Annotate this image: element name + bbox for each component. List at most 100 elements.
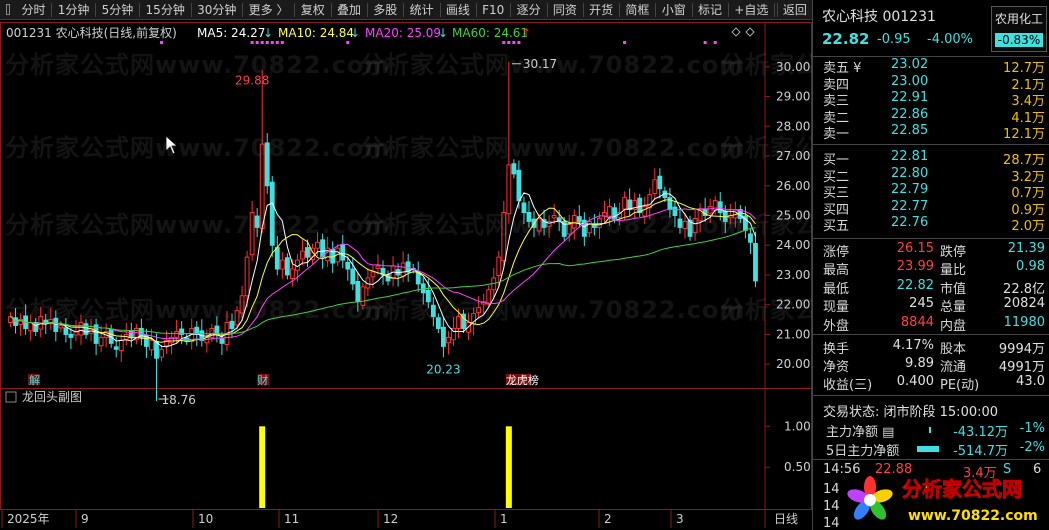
stat-value: 43.0 bbox=[1016, 374, 1045, 390]
candle-body bbox=[511, 163, 517, 175]
bid-book: 买一 22.81 28.7万 买二 22.80 3.2万 买三 22.79 0.7万 买四 22.7… bbox=[813, 149, 1049, 234]
stat-label: 量比 bbox=[940, 263, 967, 279]
stats-block-1: 涨停 26.15 跌停 21.39 最高 23.99 量比 0.98 最低 22.82 市值 22.8… bbox=[813, 241, 1049, 334]
candle-body bbox=[259, 143, 265, 230]
toolbar-item-4[interactable]: 30分钟 bbox=[192, 0, 241, 20]
toolbar-item-0[interactable]: 分时 bbox=[16, 0, 50, 20]
toolbar-item-5[interactable]: 更多 〉 bbox=[244, 0, 294, 20]
toolbar-item-14[interactable]: 开货 bbox=[584, 0, 618, 20]
divider bbox=[813, 144, 1049, 145]
stat-row: 换手 4.17% 股本 9994万 bbox=[813, 338, 1049, 357]
candle-body bbox=[315, 241, 320, 249]
divider bbox=[813, 238, 1049, 239]
candle-body bbox=[571, 214, 577, 229]
tick-more: 14 14 14 bbox=[823, 481, 840, 530]
candle-body bbox=[692, 217, 698, 234]
candle-body bbox=[586, 220, 592, 234]
candle-body bbox=[325, 247, 331, 262]
candle-body bbox=[526, 212, 532, 222]
candle-body bbox=[400, 262, 406, 277]
candle-body bbox=[83, 323, 89, 335]
ask-row: 卖五 ¥23.02 12.7万 bbox=[813, 57, 1049, 76]
stat-row: 净资 9.89 流通 4991万 bbox=[813, 356, 1049, 376]
toolbar-item-6[interactable]: 复权 bbox=[296, 0, 330, 20]
main-chart-frame bbox=[0, 22, 812, 389]
kline-chart[interactable]: 30.00 29.00 28.00 27.00 26.00 25.00 24.00 23.00… bbox=[0, 20, 812, 530]
chart-area[interactable]: 30.00 29.00 28.00 27.00 26.00 25.00 24.00 23.00… bbox=[0, 20, 812, 530]
candle-body bbox=[642, 206, 648, 217]
stat-value: 22.8亿 bbox=[1003, 281, 1045, 297]
period-label[interactable]: 日线 bbox=[774, 512, 798, 526]
candle-body bbox=[340, 244, 346, 261]
candle-body bbox=[748, 233, 753, 243]
signal-dot bbox=[280, 41, 284, 44]
toolbar-item-17[interactable]: 标记 bbox=[693, 0, 727, 20]
stat-label: 市值 bbox=[940, 281, 967, 297]
main-fund-label: 主力净额 ▤ bbox=[826, 425, 895, 440]
candle-body bbox=[425, 289, 431, 303]
candle-body bbox=[239, 295, 245, 314]
candle-body bbox=[551, 214, 557, 219]
ma10-legend: MA10: 24.84 bbox=[278, 26, 354, 40]
toolbar-item-2[interactable]: 5分钟 bbox=[97, 0, 139, 20]
sub-y-tick-label: 0.50 bbox=[784, 460, 811, 474]
ma60-arrow: ↑ bbox=[521, 26, 531, 40]
candle-body bbox=[446, 336, 451, 344]
signal-bar bbox=[259, 426, 266, 508]
toolbar-item-1[interactable]: 1分钟 bbox=[53, 0, 95, 20]
toolbar-item-12[interactable]: 逐分 bbox=[512, 0, 546, 20]
main-fund-bar bbox=[929, 427, 931, 433]
signal-dot bbox=[703, 41, 707, 44]
toolbar-item-10[interactable]: 画线 bbox=[441, 0, 475, 20]
price-change-pct: -4.00% bbox=[927, 32, 973, 47]
event-lhb: 龙虎榜 bbox=[506, 373, 539, 387]
sub-chart-checkbox bbox=[5, 391, 17, 403]
candle-body bbox=[486, 289, 492, 305]
main-fund-net: 主力净额 ▤ -43.12万 -1% bbox=[813, 421, 1049, 440]
ask-row: 卖一 22.85 12.1万 bbox=[813, 123, 1049, 142]
toolbar-item-18[interactable]: +自选 bbox=[729, 0, 773, 20]
bid-price: 22.79 bbox=[891, 182, 929, 197]
sector-pct: -0.83% bbox=[995, 33, 1043, 47]
candle-body bbox=[501, 212, 507, 262]
tick-more-3: 14 bbox=[823, 516, 840, 530]
bid-row: 买五 22.76 2.0万 bbox=[813, 215, 1049, 234]
price-change: -0.95 bbox=[877, 32, 911, 47]
toolbar-item-19[interactable]: 返回 bbox=[778, 0, 812, 20]
toolbar-item-16[interactable]: 小窗 bbox=[657, 0, 691, 20]
y-tick-label: 27.00 bbox=[776, 149, 810, 163]
sector-box[interactable]: 农用化工 -0.83% bbox=[991, 6, 1047, 52]
bid-row: 买二 22.80 3.2万 bbox=[813, 166, 1049, 185]
candle-body bbox=[672, 206, 678, 216]
candle-body bbox=[652, 179, 658, 194]
candle-body bbox=[576, 216, 582, 222]
candle-body bbox=[219, 337, 225, 344]
stat-value: 26.15 bbox=[896, 241, 934, 256]
stat-row: 最低 22.82 市值 22.8亿 bbox=[813, 277, 1049, 297]
y-tick-label: 25.00 bbox=[776, 208, 810, 222]
stat-value: 22.82 bbox=[896, 277, 934, 293]
toolbar-item-9[interactable]: 统计 bbox=[405, 0, 439, 20]
toolbar-item-7[interactable]: 叠加 bbox=[332, 0, 366, 20]
ask-price: 22.91 bbox=[891, 90, 929, 105]
toolbar-item-13[interactable]: 同资 bbox=[548, 0, 582, 20]
stat-label: 净资 bbox=[823, 360, 850, 376]
candle-body bbox=[707, 206, 713, 214]
stats-block-2: 换手 4.17% 股本 9994万 净资 9.89 流通 4991万 收益(三) 0.400 PE(… bbox=[813, 338, 1049, 393]
signal-dot bbox=[255, 41, 259, 44]
toolbar-item-3[interactable]: 15分钟 bbox=[141, 0, 190, 20]
stat-label: 收益(三) bbox=[823, 378, 873, 394]
high-label: 29.88 bbox=[235, 73, 269, 87]
toolbar-item-11[interactable]: F10 bbox=[477, 0, 509, 20]
stat-label: 现量 bbox=[823, 300, 850, 316]
toolbar-checkbox[interactable] bbox=[6, 4, 11, 15]
candle-body bbox=[717, 201, 723, 214]
toolbar-item-8[interactable]: 多股 bbox=[368, 0, 402, 20]
stat-value: 4991万 bbox=[998, 360, 1045, 376]
toolbar-item-15[interactable]: 简框 bbox=[620, 0, 654, 20]
ask-label: 卖一 bbox=[823, 127, 850, 142]
bid-price: 22.81 bbox=[891, 149, 929, 164]
candle-body bbox=[370, 271, 376, 278]
stat-value: 11980 bbox=[1003, 314, 1045, 330]
y-tick-label: 22.00 bbox=[776, 298, 810, 312]
